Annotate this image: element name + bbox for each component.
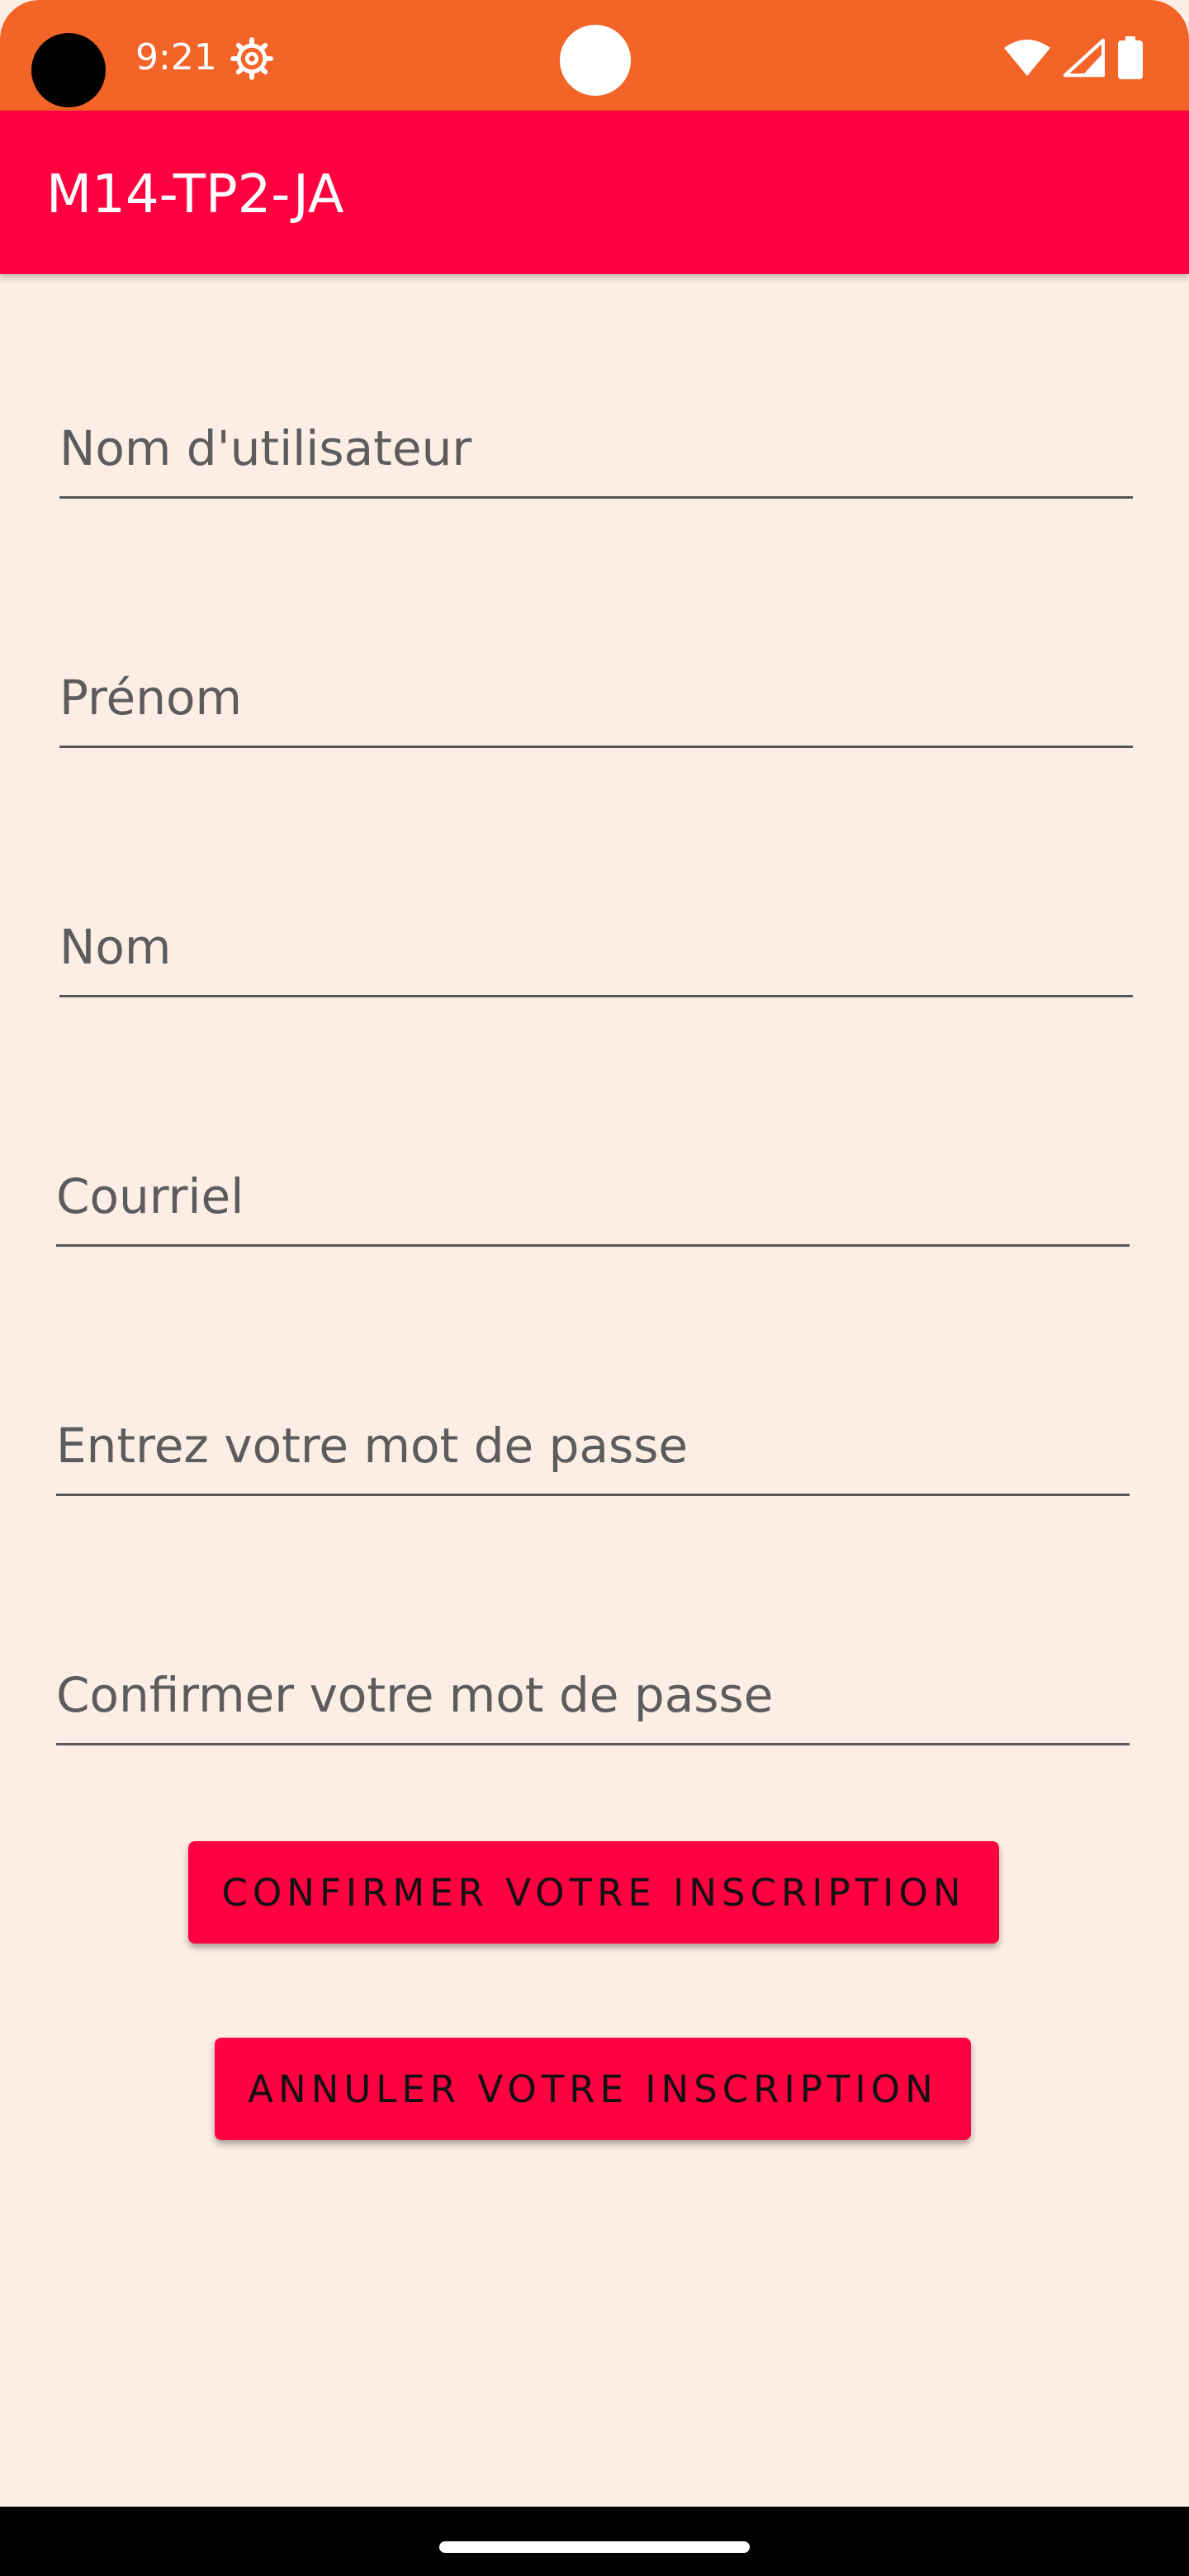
status-bar: 9:21	[0, 0, 1189, 111]
navigation-bar	[0, 2507, 1189, 2576]
battery-icon	[1118, 36, 1143, 79]
settings-gear-icon	[230, 37, 273, 80]
password-field[interactable]: Entrez votre mot de passe	[56, 1392, 1130, 1496]
front-camera	[560, 25, 631, 96]
cancel-registration-label: ANNULER VOTRE INSCRIPTION	[248, 2067, 938, 2111]
last-name-field[interactable]: Nom	[59, 893, 1133, 997]
first-name-field[interactable]: Prénom	[59, 644, 1133, 748]
first-name-placeholder: Prénom	[59, 670, 242, 726]
username-placeholder: Nom d'utilisateur	[59, 420, 472, 476]
app-bar: M14-TP2-JA	[0, 111, 1189, 274]
email-placeholder: Courriel	[56, 1168, 244, 1224]
app-title: M14-TP2-JA	[46, 164, 344, 225]
confirm-registration-label: CONFIRMER VOTRE INSCRIPTION	[221, 1870, 966, 1915]
cancel-registration-button[interactable]: ANNULER VOTRE INSCRIPTION	[215, 2038, 971, 2140]
username-field[interactable]: Nom d'utilisateur	[59, 395, 1133, 499]
home-gesture-handle[interactable]	[439, 2541, 750, 2553]
status-icons	[1004, 33, 1143, 83]
email-field[interactable]: Courriel	[56, 1143, 1130, 1247]
camera-cutout	[31, 33, 106, 107]
cell-signal-icon	[1063, 38, 1105, 78]
last-name-placeholder: Nom	[59, 919, 172, 975]
confirm-password-placeholder: Confirmer votre mot de passe	[56, 1667, 774, 1723]
status-time: 9:21	[135, 36, 217, 78]
confirm-password-field[interactable]: Confirmer votre mot de passe	[56, 1641, 1130, 1745]
password-placeholder: Entrez votre mot de passe	[56, 1418, 689, 1474]
confirm-registration-button[interactable]: CONFIRMER VOTRE INSCRIPTION	[188, 1841, 999, 1944]
wifi-icon	[1004, 40, 1050, 76]
